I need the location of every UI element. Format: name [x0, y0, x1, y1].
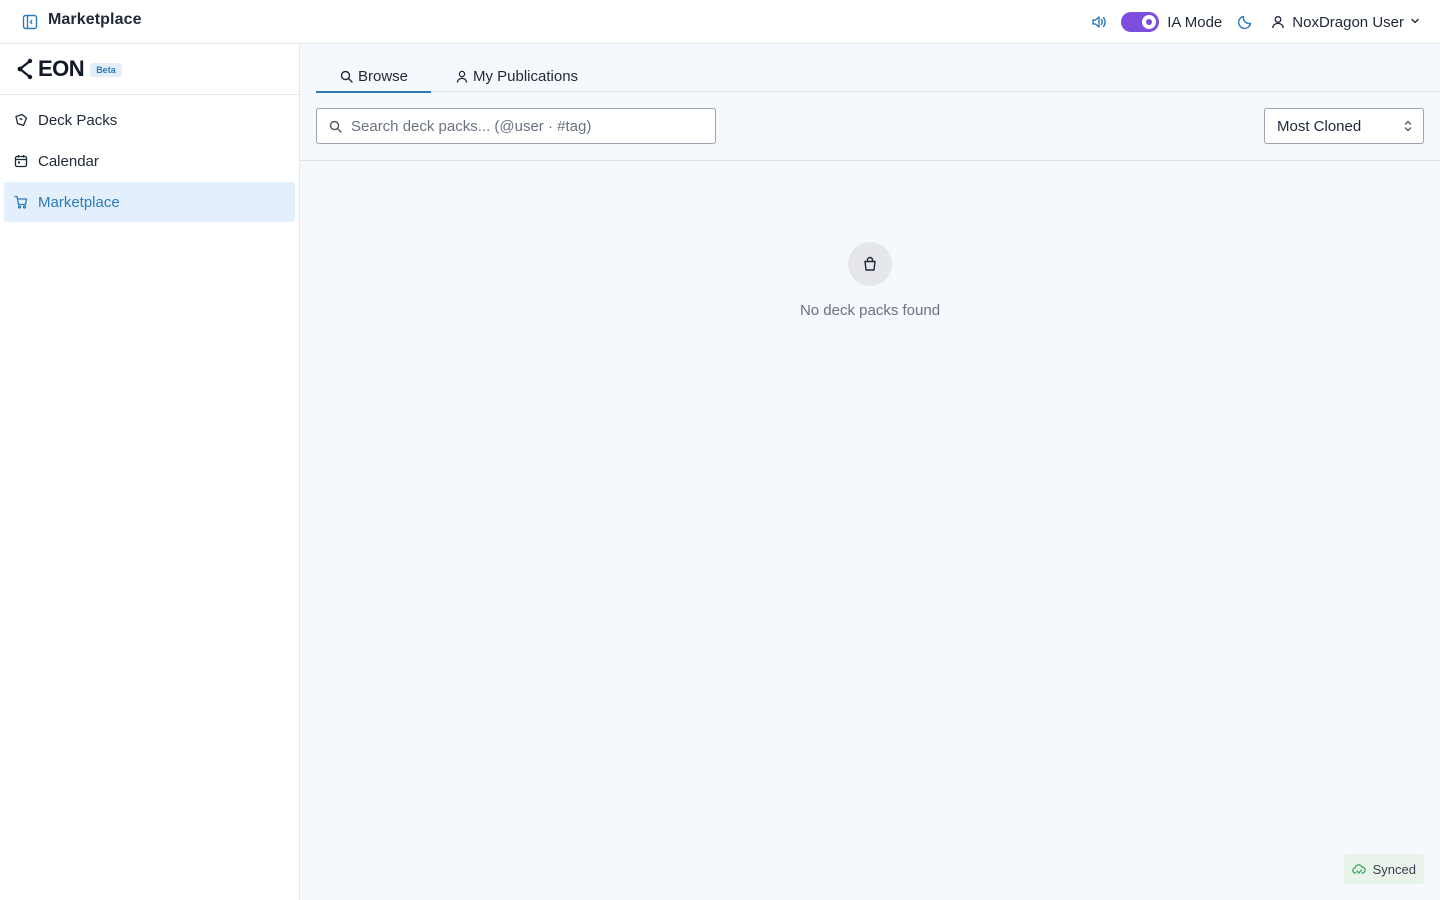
sync-status-badge: Synced: [1343, 854, 1424, 884]
ia-mode-toggle[interactable]: [1121, 12, 1160, 32]
deck-pack-icon: [14, 113, 28, 127]
search-field[interactable]: [316, 108, 716, 144]
page-title: Marketplace: [48, 11, 142, 28]
empty-state: No deck packs found: [300, 242, 1440, 319]
ia-mode-label: IA Mode: [1167, 13, 1223, 31]
chevron-up-down-icon: [1403, 119, 1413, 133]
sidebar-item-marketplace[interactable]: Marketplace: [4, 182, 295, 222]
main-content: Browse My Publications Most Cloned: [300, 44, 1440, 900]
search-icon: [340, 70, 353, 83]
shopping-bag-icon: [848, 242, 892, 286]
user-icon: [1270, 14, 1286, 30]
toggle-knob: [1142, 15, 1157, 29]
empty-state-message: No deck packs found: [799, 302, 941, 319]
sync-status-label: Synced: [1372, 861, 1416, 877]
search-icon: [328, 119, 342, 133]
filter-row: Most Cloned: [300, 92, 1440, 161]
user-menu[interactable]: NoxDragon User: [1270, 13, 1420, 31]
sort-select[interactable]: Most Cloned: [1264, 108, 1424, 144]
user-icon: [455, 70, 468, 83]
search-input[interactable]: [351, 117, 701, 135]
user-name: NoxDragon User: [1292, 13, 1404, 31]
share-logo-icon: [16, 57, 34, 81]
sidebar-item-label: Calendar: [38, 152, 99, 170]
moon-icon[interactable]: [1236, 13, 1254, 31]
sidebar-toggle-icon[interactable]: [21, 13, 39, 31]
sidebar-nav: Deck Packs Calendar Marketplace: [0, 95, 299, 226]
top-bar: Marketplace IA Mode NoxDragon User: [0, 0, 1440, 44]
speaker-icon[interactable]: [1089, 12, 1109, 32]
tab-label: My Publications: [473, 67, 579, 85]
tab-my-publications[interactable]: My Publications: [431, 60, 602, 92]
tab-label: Browse: [358, 67, 409, 85]
sidebar-item-label: Marketplace: [38, 193, 120, 211]
tab-bar: Browse My Publications: [316, 60, 1440, 93]
beta-badge: Beta: [90, 63, 122, 77]
sort-selected-value: Most Cloned: [1277, 117, 1362, 135]
chevron-down-icon: [1410, 13, 1420, 31]
sidebar: EON Beta Deck Packs Calendar Marketplace: [0, 44, 300, 900]
sidebar-item-calendar[interactable]: Calendar: [4, 141, 295, 181]
calendar-icon: [14, 154, 28, 168]
cart-icon: [14, 195, 28, 209]
header-actions: IA Mode NoxDragon User: [1089, 0, 1420, 44]
sidebar-item-deck-packs[interactable]: Deck Packs: [4, 100, 295, 140]
brand-name: EON: [38, 56, 85, 81]
cloud-check-icon: [1351, 862, 1366, 876]
tab-browse[interactable]: Browse: [316, 60, 431, 93]
brand[interactable]: EON Beta: [0, 44, 299, 95]
sidebar-item-label: Deck Packs: [38, 111, 118, 129]
